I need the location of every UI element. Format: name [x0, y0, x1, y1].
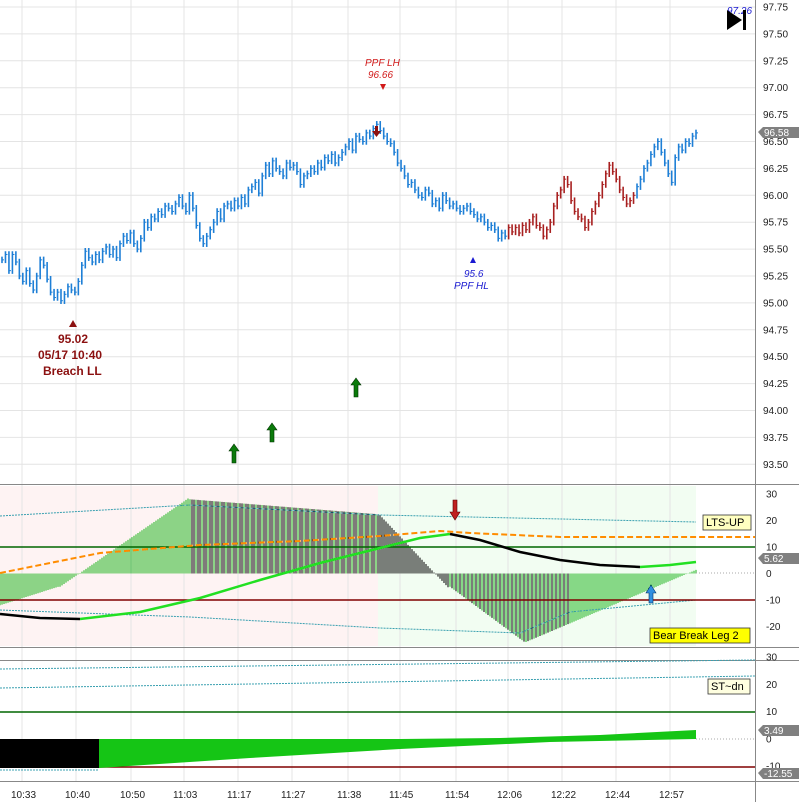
svg-text:96.58: 96.58 [764, 128, 789, 139]
breach-value: 95.02 [58, 332, 88, 346]
time-tick-label: 11:45 [389, 790, 414, 801]
osc-tick-label: -20 [766, 622, 781, 633]
breach-label: Breach LL [43, 364, 102, 378]
price-tick-label: 95.25 [763, 272, 788, 283]
price-tick-label: 97.75 [763, 3, 788, 14]
price-tick-label: 97.50 [763, 29, 788, 40]
time-tick-label: 12:06 [497, 790, 522, 801]
ppf-hl-value: 95.6 [464, 269, 484, 280]
lts-up-label: LTS-UP [702, 514, 752, 531]
time-tick-label: 12:57 [659, 790, 684, 801]
osc-last-value-tag: 5.62 [758, 553, 799, 565]
svg-text:5.62: 5.62 [764, 554, 784, 565]
price-tick-label: 94.75 [763, 325, 788, 336]
lower-axis: 3020100-10 [766, 653, 781, 773]
osc-tick-label: 0 [766, 569, 772, 580]
lower-last-value-tag: 3.49 [758, 725, 799, 737]
time-tick-label: 12:44 [605, 790, 630, 801]
price-tick-label: 93.75 [763, 433, 788, 444]
price-tick-label: 93.50 [763, 460, 788, 471]
price-tick-label: 97.25 [763, 56, 788, 67]
osc-tick-label: -10 [766, 596, 781, 607]
time-tick-label: 10:33 [11, 790, 36, 801]
lower-min-value-tag: -12.55 [758, 768, 799, 780]
price-tick-label: 95.75 [763, 218, 788, 229]
svg-text:-12.55: -12.55 [764, 769, 793, 780]
time-tick-label: 12:22 [551, 790, 576, 801]
ppf-lh-label: PPF LH [365, 58, 401, 69]
price-tick-label: 96.00 [763, 191, 788, 202]
ppf-lh-value: 96.66 [368, 70, 393, 81]
price-tick-label: 96.75 [763, 110, 788, 121]
lower-green-area [99, 730, 696, 768]
price-tick-label: 96.25 [763, 164, 788, 175]
svg-text:Bear Break Leg 2: Bear Break Leg 2 [653, 630, 739, 642]
time-tick-label: 10:50 [120, 790, 145, 801]
price-last-value-tag: 96.58 [758, 127, 799, 139]
osc-tick-label: 30 [766, 490, 778, 501]
time-axis: 10:33 10:40 10:50 11:03 11:17 11:27 11:38 11:45… [11, 790, 684, 801]
price-tick-label: 94.00 [763, 406, 788, 417]
ppf-hl-label: PPF HL [454, 281, 489, 292]
time-tick-label: 11:27 [281, 790, 306, 801]
lower-tick-label: 20 [766, 680, 778, 691]
time-tick-label: 11:17 [227, 790, 252, 801]
osc-tick-label: 20 [766, 516, 778, 527]
price-tick-label: 95.00 [763, 298, 788, 309]
svg-text:LTS-UP: LTS-UP [706, 517, 744, 529]
price-tick-label: 94.25 [763, 379, 788, 390]
time-tick-label: 11:54 [445, 790, 470, 801]
lower-tick-label: 10 [766, 707, 778, 718]
bear-break-label: Bear Break Leg 2 [649, 627, 751, 644]
time-tick-label: 11:03 [173, 790, 198, 801]
time-tick-label: 10:40 [65, 790, 90, 801]
svg-text:3.49: 3.49 [764, 726, 784, 737]
st-envelope-upper [0, 659, 756, 670]
price-tick-label: 97.00 [763, 83, 788, 94]
st-envelope-lower [0, 675, 756, 689]
price-tick-label: 95.50 [763, 245, 788, 256]
svg-text:ST~dn: ST~dn [711, 681, 744, 693]
trading-chart: 97.7597.5097.2597.0096.7596.5096.2596.00… [0, 0, 799, 802]
price-axis: 97.7597.5097.2597.0096.7596.5096.2596.00… [763, 3, 788, 471]
price-tick-label: 94.50 [763, 352, 788, 363]
time-tick-label: 11:38 [337, 790, 362, 801]
breach-date: 05/17 10:40 [38, 348, 102, 362]
st-dn-label: ST~dn [707, 678, 751, 695]
lower-tick-label: 30 [766, 653, 778, 664]
osc-tick-label: 10 [766, 543, 778, 554]
lower-black-block [0, 739, 99, 768]
